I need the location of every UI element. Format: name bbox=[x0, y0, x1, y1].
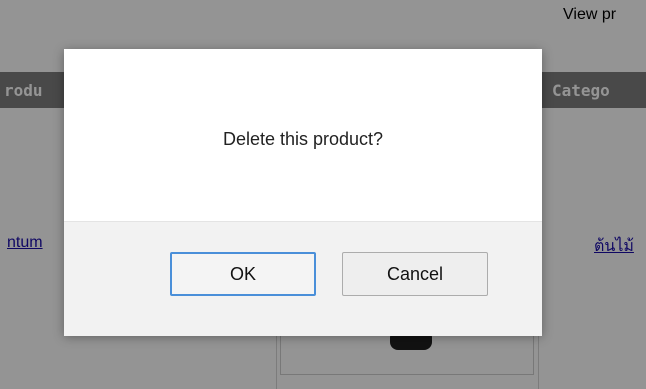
dialog-body: Delete this product? bbox=[64, 49, 542, 221]
ok-button[interactable]: OK bbox=[170, 252, 316, 296]
cancel-button[interactable]: Cancel bbox=[342, 252, 488, 296]
dialog-message: Delete this product? bbox=[222, 129, 384, 149]
dialog-footer: OK Cancel bbox=[64, 221, 542, 336]
confirm-dialog: Delete this product? OK Cancel bbox=[64, 49, 542, 336]
